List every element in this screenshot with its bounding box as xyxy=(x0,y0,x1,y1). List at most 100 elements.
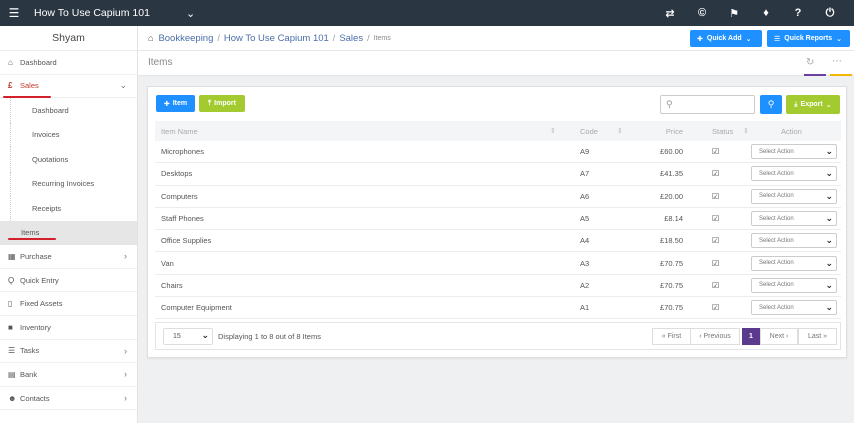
cell-price: £18.50 xyxy=(660,236,683,246)
sidebar-sub-receipts[interactable]: Receipts xyxy=(10,196,137,221)
page-number-button[interactable]: 1 xyxy=(742,328,760,345)
first-page-button[interactable]: « First xyxy=(652,328,691,345)
page-size-select[interactable]: 15 ⌄ xyxy=(163,328,213,345)
breadcrumb-separator: / xyxy=(332,33,336,43)
next-page-button[interactable]: Next › xyxy=(760,328,798,345)
action-select[interactable]: Select Action ⌄ xyxy=(751,144,837,160)
quick-reports-button[interactable]: ☰ Quick Reports ⌄ xyxy=(767,30,850,47)
items-table: Item Name ⇕ Code ⇕ Price Status ⇕ Action… xyxy=(155,121,841,320)
sidebar-item-quick-entry[interactable]: Ϙ Quick Entry xyxy=(0,269,137,293)
action-select[interactable]: Select Action ⌄ xyxy=(751,255,837,271)
status-checkbox-icon: ☑ xyxy=(712,147,720,157)
export-label: Export xyxy=(800,101,823,108)
exchange-icon[interactable]: ⇄ xyxy=(654,7,686,20)
company-name[interactable]: How To Use Capium 101 xyxy=(34,7,170,19)
add-item-label: Item xyxy=(172,100,188,107)
menu-icon[interactable]: ☰ xyxy=(4,6,24,20)
download-icon: ⤓ xyxy=(794,100,798,108)
search-button[interactable]: ⚲ xyxy=(760,95,782,114)
help-icon[interactable]: ? xyxy=(782,7,814,19)
action-select[interactable]: Select Action ⌄ xyxy=(751,211,837,227)
action-select-label: Select Action xyxy=(759,148,794,155)
header-price[interactable]: Price xyxy=(613,127,683,136)
action-select[interactable]: Select Action ⌄ xyxy=(751,188,837,204)
sidebar-item-tasks[interactable]: ☰ Tasks › xyxy=(0,340,137,364)
action-select[interactable]: Select Action ⌄ xyxy=(751,166,837,182)
upload-icon: ⤒ xyxy=(208,99,212,107)
previous-page-button[interactable]: ‹ Previous xyxy=(690,328,740,345)
refresh-icon[interactable]: ↻ xyxy=(806,57,814,68)
tag-icon[interactable]: ♦ xyxy=(750,7,782,19)
copyright-icon[interactable]: © xyxy=(686,7,718,19)
top-bar-icons: ⇄ © ⚑ ♦ ? ⏻ xyxy=(654,7,846,20)
chevron-down-icon: ⌄ xyxy=(825,257,833,268)
sales-underline-mark xyxy=(3,96,51,98)
sidebar-item-contacts[interactable]: ☻ Contacts › xyxy=(0,387,137,411)
sidebar-item-fixed-assets[interactable]: ▯ Fixed Assets xyxy=(0,292,137,316)
cell-item-name[interactable]: Staff Phones xyxy=(161,214,204,223)
import-button[interactable]: ⤒ Import xyxy=(199,95,245,112)
header-code[interactable]: Code xyxy=(580,127,598,136)
sidebar-item-label: Inventory xyxy=(20,322,51,332)
header-status[interactable]: Status xyxy=(712,127,733,136)
more-icon[interactable]: ⋯ xyxy=(832,56,842,67)
cell-item-name[interactable]: Chairs xyxy=(161,281,183,290)
table-row: Desktops A7 £41.35 ☑ Select Action ⌄ xyxy=(155,163,841,186)
sidebar-sub-recurring-invoices[interactable]: Recurring Invoices xyxy=(10,171,137,197)
bullhorn-icon[interactable]: ⚑ xyxy=(718,7,750,20)
action-select[interactable]: Select Action ⌄ xyxy=(751,233,837,249)
sidebar-item-sales[interactable]: £ Sales ⌄ xyxy=(0,75,137,99)
sort-icon[interactable]: ⇕ xyxy=(743,127,749,135)
sidebar-item-purchase[interactable]: ▦ Purchase › xyxy=(0,245,137,269)
cell-item-name[interactable]: Desktops xyxy=(161,169,192,178)
sidebar-sub-dashboard[interactable]: Dashboard xyxy=(10,98,137,123)
table-row: Staff Phones A5 £8.14 ☑ Select Action ⌄ xyxy=(155,208,841,231)
sidebar-item-label: Quick Entry xyxy=(20,275,59,285)
search-input[interactable] xyxy=(677,98,752,111)
sidebar-item-label: Fixed Assets xyxy=(20,299,63,309)
status-checkbox-icon: ☑ xyxy=(712,169,720,179)
cell-item-name[interactable]: Office Supplies xyxy=(161,236,211,245)
table-row: Microphones A9 £60.00 ☑ Select Action ⌄ xyxy=(155,141,841,164)
action-select[interactable]: Select Action ⌄ xyxy=(751,300,837,316)
action-select[interactable]: Select Action ⌄ xyxy=(751,277,837,293)
sidebar-item-dashboard[interactable]: ⌂ Dashboard xyxy=(0,51,137,75)
cell-code: A2 xyxy=(580,280,590,290)
status-checkbox-icon: ☑ xyxy=(712,191,720,201)
export-button[interactable]: ⤓ Export ⌄ xyxy=(786,95,840,114)
pagination-bar: 15 ⌄ Displaying 1 to 8 out of 8 Items « … xyxy=(155,322,841,350)
breadcrumb: ⌂ Bookkeeping / How To Use Capium 101 / … xyxy=(138,26,854,51)
caret-down-icon[interactable]: ⌄ xyxy=(186,7,195,20)
cell-item-name[interactable]: Microphones xyxy=(161,147,204,156)
power-icon[interactable]: ⏻ xyxy=(814,7,846,20)
action-select-label: Select Action xyxy=(759,237,794,244)
sidebar-sub-items[interactable]: Items xyxy=(0,220,137,246)
cell-item-name[interactable]: Computers xyxy=(161,192,198,201)
chevron-down-icon: ⌄ xyxy=(201,330,209,340)
sidebar-item-bank[interactable]: ▤ Bank › xyxy=(0,363,137,387)
sidebar-item-inventory[interactable]: ■ Inventory xyxy=(0,316,137,340)
chevron-right-icon: › xyxy=(124,345,127,356)
last-page-button[interactable]: Last » xyxy=(798,328,837,345)
add-item-button[interactable]: ✚ Item xyxy=(156,95,195,112)
search-icon: ⚲ xyxy=(767,99,775,109)
cell-item-name[interactable]: Computer Equipment xyxy=(161,303,232,312)
breadcrumb-separator: / xyxy=(217,33,220,43)
items-underline-mark xyxy=(8,238,56,240)
cell-price: £70.75 xyxy=(660,258,683,268)
breadcrumb-item[interactable]: Sales xyxy=(339,33,363,44)
chevron-right-icon: › xyxy=(124,251,127,262)
chevron-down-icon: ⌄ xyxy=(745,35,752,43)
home-icon[interactable]: ⌂ xyxy=(148,33,153,43)
sidebar-sub-invoices[interactable]: Invoices xyxy=(10,122,137,148)
breadcrumb-item[interactable]: How To Use Capium 101 xyxy=(224,33,329,44)
sidebar-sub-quotations[interactable]: Quotations xyxy=(10,147,137,172)
cell-item-name[interactable]: Van xyxy=(161,259,174,268)
cell-price: £8.14 xyxy=(664,214,683,224)
quick-add-button[interactable]: ✚ Quick Add ⌄ xyxy=(690,30,762,47)
accent-bar-yellow xyxy=(830,74,852,76)
sort-icon[interactable]: ⇕ xyxy=(550,127,556,135)
header-item-name[interactable]: Item Name xyxy=(161,127,198,136)
breadcrumb-item[interactable]: Bookkeeping xyxy=(158,33,213,44)
sidebar-user-name[interactable]: Shyam xyxy=(0,26,137,51)
